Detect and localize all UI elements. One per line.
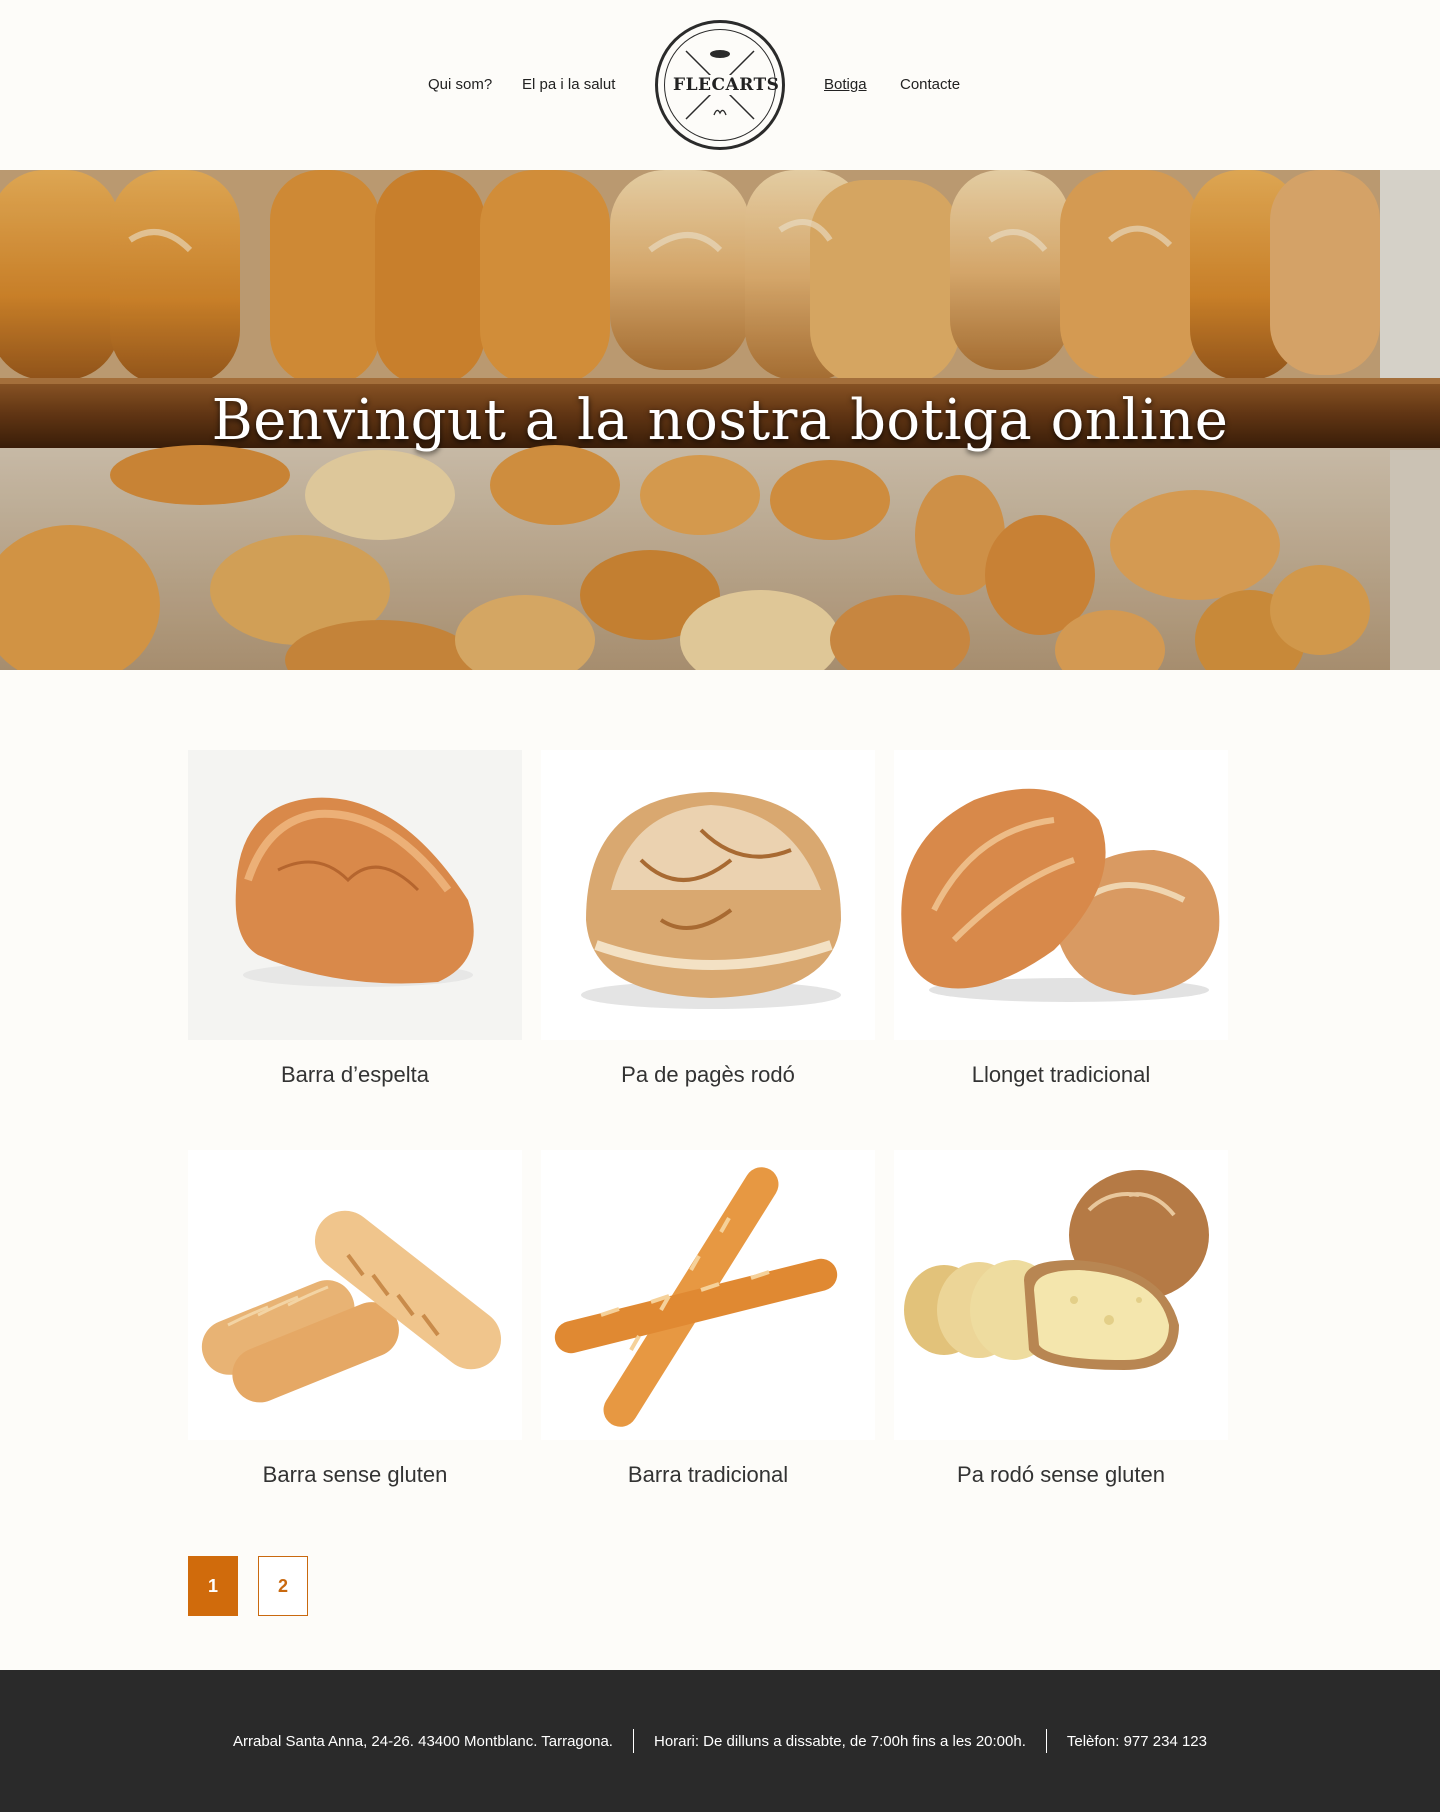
baguettes-image	[554, 1167, 838, 1427]
product-card[interactable]: Barra d’espelta	[188, 750, 522, 1096]
round-country-bread-image	[581, 792, 841, 1009]
site-header: Qui som? El pa i la salut FLECARTS Botig…	[0, 0, 1440, 170]
product-name[interactable]: Barra sense gluten	[188, 1462, 522, 1496]
page-button-1[interactable]: 1	[188, 1556, 238, 1616]
pagination: 1 2	[188, 1556, 1252, 1616]
product-name[interactable]: Barra tradicional	[541, 1462, 875, 1496]
product-name[interactable]: Barra d’espelta	[188, 1062, 522, 1096]
footer-hours: Horari: De dilluns a dissabte, de 7:00h …	[653, 1732, 1026, 1750]
product-name[interactable]: Llonget tradicional	[894, 1062, 1228, 1096]
product-card[interactable]: Llonget tradicional	[894, 750, 1228, 1096]
product-image[interactable]	[541, 1150, 875, 1440]
nav-contacte[interactable]: Contacte	[900, 76, 960, 93]
llonget-rolls-image	[901, 788, 1220, 1002]
logo-text: FLECARTS	[667, 75, 779, 95]
product-grid: Barra d’espelta Pa de pagès rodó Llonget…	[188, 750, 1252, 1496]
nav-el-pa-i-la-salut[interactable]: El pa i la salut	[522, 76, 615, 93]
spelt-loaf-image	[188, 750, 522, 1040]
nav-qui-som[interactable]: Qui som?	[428, 76, 492, 93]
product-image[interactable]	[188, 750, 522, 1040]
hero-title: Benvingut a la nostra botiga online	[211, 388, 1229, 453]
product-card[interactable]: Barra sense gluten	[188, 1150, 522, 1496]
hero-banner: Benvingut a la nostra botiga online	[0, 170, 1440, 670]
flecarts-logo[interactable]: FLECARTS	[655, 20, 785, 150]
product-name[interactable]: Pa rodó sense gluten	[894, 1462, 1228, 1496]
page-button-2[interactable]: 2	[258, 1556, 308, 1616]
product-image[interactable]	[894, 1150, 1228, 1440]
product-name[interactable]: Pa de pagès rodó	[541, 1062, 875, 1096]
product-card[interactable]: Barra tradicional	[541, 1150, 875, 1496]
product-card[interactable]: Pa rodó sense gluten	[894, 1150, 1228, 1496]
footer-address: Arrabal Santa Anna, 24-26. 43400 Montbla…	[232, 1732, 613, 1750]
product-image[interactable]	[188, 1150, 522, 1440]
footer-phone: Telèfon: 977 234 123	[1066, 1732, 1207, 1750]
nav-botiga[interactable]: Botiga	[824, 76, 867, 93]
gluten-free-round-bread-image	[904, 1170, 1209, 1370]
product-image[interactable]	[894, 750, 1228, 1040]
product-card[interactable]: Pa de pagès rodó	[541, 750, 875, 1096]
site-footer: Arrabal Santa Anna, 24-26. 43400 Montbla…	[0, 1670, 1440, 1812]
gluten-free-bars-image	[201, 1210, 502, 1403]
product-image[interactable]	[541, 750, 875, 1040]
